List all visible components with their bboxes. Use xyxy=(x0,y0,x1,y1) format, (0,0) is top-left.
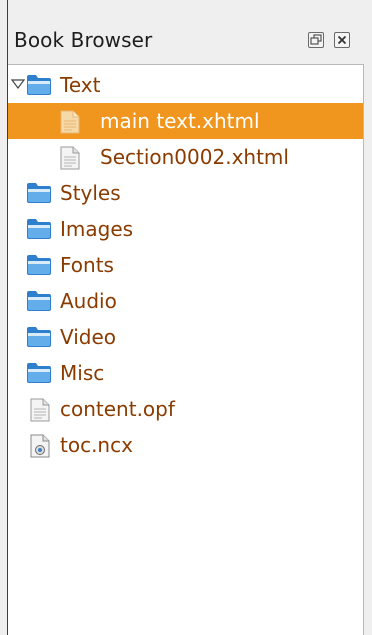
folder-icon xyxy=(27,291,51,311)
folder-icon xyxy=(27,219,51,239)
ncx-file-icon xyxy=(30,434,50,458)
file-icon xyxy=(30,398,50,422)
file-icon xyxy=(60,110,80,134)
tree-item-label: Fonts xyxy=(60,253,114,277)
folder-icon xyxy=(27,183,51,203)
tree-item-label: toc.ncx xyxy=(60,433,133,457)
book-browser-panel: Book Browser Text main text.xhtml Sectio… xyxy=(0,0,372,635)
tree-item-images-folder[interactable]: Images xyxy=(8,211,363,247)
file-icon xyxy=(60,146,80,170)
tree-item-toc-ncx[interactable]: toc.ncx xyxy=(8,427,363,463)
tree-item-label: Misc xyxy=(60,361,105,385)
panel-title-bar[interactable]: Book Browser xyxy=(8,20,372,62)
tree-item-text-folder[interactable]: Text xyxy=(8,67,363,103)
panel-title: Book Browser xyxy=(14,28,153,52)
tree-item-section0002-xhtml[interactable]: Section0002.xhtml xyxy=(8,139,363,175)
tree-item-label: Audio xyxy=(60,289,117,313)
tree-item-misc-folder[interactable]: Misc xyxy=(8,355,363,391)
folder-icon xyxy=(27,363,51,383)
tree-item-main-text-xhtml[interactable]: main text.xhtml xyxy=(8,103,363,139)
tree-item-audio-folder[interactable]: Audio xyxy=(8,283,363,319)
tree-item-label: content.opf xyxy=(60,397,175,421)
tree-item-label: Text xyxy=(60,73,101,97)
folder-icon xyxy=(27,75,51,95)
close-panel-icon[interactable] xyxy=(334,32,350,48)
tree-item-styles-folder[interactable]: Styles xyxy=(8,175,363,211)
folder-icon xyxy=(27,327,51,347)
tree-item-content-opf[interactable]: content.opf xyxy=(8,391,363,427)
tree-item-video-folder[interactable]: Video xyxy=(8,319,363,355)
tree-item-label: Video xyxy=(60,325,117,349)
float-panel-icon[interactable] xyxy=(308,32,324,48)
panel-top-strip xyxy=(8,0,372,10)
expand-arrow-icon[interactable] xyxy=(11,79,25,89)
tree-item-label: Styles xyxy=(60,181,121,205)
tree-item-fonts-folder[interactable]: Fonts xyxy=(8,247,363,283)
tree-item-label: Section0002.xhtml xyxy=(100,145,289,169)
tree-item-label: Images xyxy=(60,217,134,241)
tree-item-label: main text.xhtml xyxy=(100,109,260,133)
book-browser-tree[interactable]: Text main text.xhtml Section0002.xhtml S… xyxy=(8,64,364,635)
folder-icon xyxy=(27,255,51,275)
